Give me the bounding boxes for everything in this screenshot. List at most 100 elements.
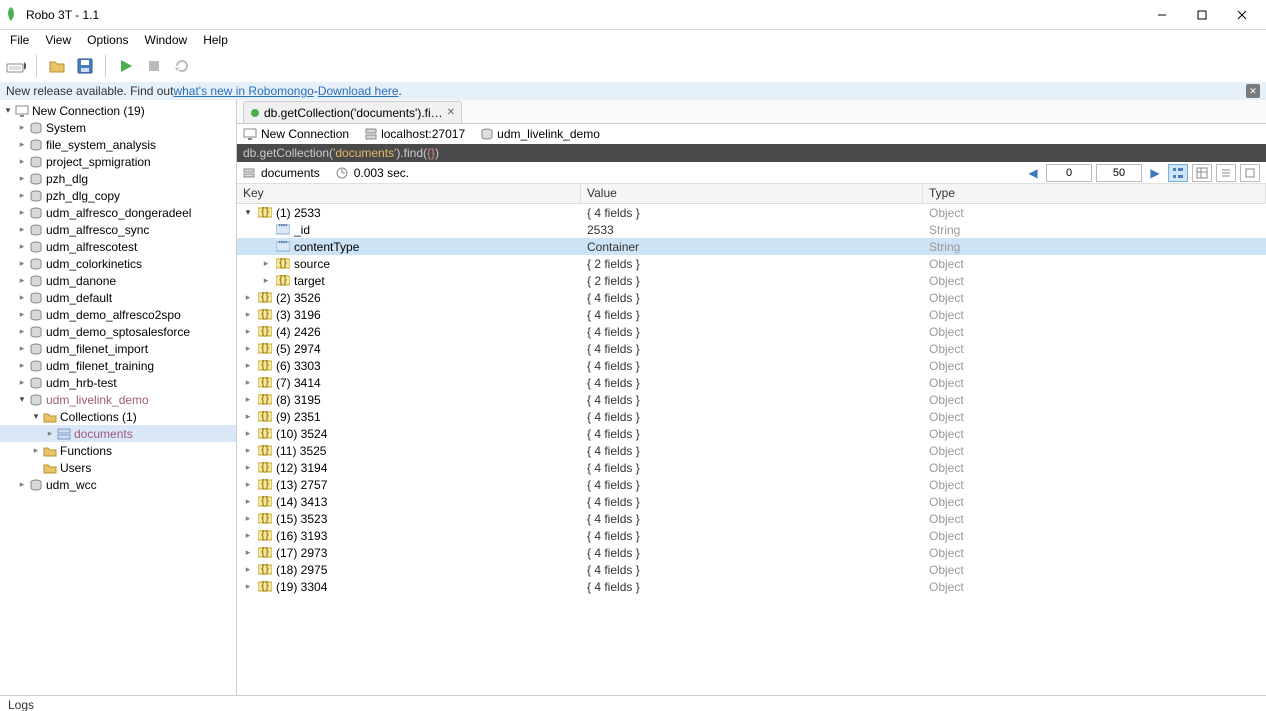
result-row[interactable]: ▾{}(1) 2533{ 4 fields }Object	[237, 204, 1266, 221]
expand-arrow[interactable]: ▾	[2, 105, 14, 116]
result-row[interactable]: ▸{}(17) 2973{ 4 fields }Object	[237, 544, 1266, 561]
expand-arrow[interactable]: ▸	[243, 326, 253, 337]
db-item[interactable]: ▸udm_hrb-test	[0, 374, 236, 391]
minimize-button[interactable]	[1142, 1, 1182, 29]
result-row[interactable]: ""contentTypeContainerString	[237, 238, 1266, 255]
open-button[interactable]	[45, 54, 69, 78]
db-item[interactable]: ▸udm_default	[0, 289, 236, 306]
col-type[interactable]: Type	[923, 184, 1266, 203]
col-value[interactable]: Value	[581, 184, 923, 203]
result-row[interactable]: ▸{}(10) 3524{ 4 fields }Object	[237, 425, 1266, 442]
db-item[interactable]: ▸pzh_dlg	[0, 170, 236, 187]
expand-arrow[interactable]: ▸	[243, 411, 253, 422]
skip-input[interactable]	[1046, 164, 1092, 182]
expand-arrow[interactable]: ▸	[16, 173, 28, 184]
menu-view[interactable]: View	[37, 31, 79, 49]
logs-label[interactable]: Logs	[8, 698, 34, 711]
result-row[interactable]: ▸{}(5) 2974{ 4 fields }Object	[237, 340, 1266, 357]
db-item[interactable]: ▸udm_filenet_training	[0, 357, 236, 374]
expand-arrow[interactable]: ▸	[16, 343, 28, 354]
page-next-button[interactable]: ▶	[1146, 164, 1164, 182]
db-item-demo[interactable]: ▾udm_livelink_demo	[0, 391, 236, 408]
query-tab[interactable]: db.getCollection('documents').fi… ✕	[243, 101, 462, 123]
result-row[interactable]: ▸{}(15) 3523{ 4 fields }Object	[237, 510, 1266, 527]
expand-arrow[interactable]: ▾	[243, 207, 253, 218]
stop-button[interactable]	[142, 54, 166, 78]
expand-arrow[interactable]: ▸	[16, 224, 28, 235]
result-row[interactable]: ▸{}(14) 3413{ 4 fields }Object	[237, 493, 1266, 510]
functions-folder[interactable]: ▸Functions	[0, 442, 236, 459]
col-key[interactable]: Key	[237, 184, 581, 203]
result-row[interactable]: ▸{}(11) 3525{ 4 fields }Object	[237, 442, 1266, 459]
expand-arrow[interactable]: ▸	[16, 292, 28, 303]
limit-input[interactable]	[1096, 164, 1142, 182]
db-item[interactable]: ▸udm_demo_alfresco2spo	[0, 306, 236, 323]
result-row[interactable]: ""_id2533String	[237, 221, 1266, 238]
result-row[interactable]: ▸{}(8) 3195{ 4 fields }Object	[237, 391, 1266, 408]
expand-arrow[interactable]: ▸	[243, 445, 253, 456]
menu-options[interactable]: Options	[79, 31, 136, 49]
tree-view-button[interactable]	[1168, 164, 1188, 182]
menu-file[interactable]: File	[2, 31, 37, 49]
result-row[interactable]: ▸{}(2) 3526{ 4 fields }Object	[237, 289, 1266, 306]
db-item[interactable]: ▸udm_filenet_import	[0, 340, 236, 357]
text-view-button[interactable]	[1216, 164, 1236, 182]
expand-arrow[interactable]: ▸	[243, 581, 253, 592]
menu-window[interactable]: Window	[137, 31, 196, 49]
db-item[interactable]: ▸udm_colorkinetics	[0, 255, 236, 272]
expand-arrow[interactable]: ▸	[16, 241, 28, 252]
notify-link-whatsnew[interactable]: what's new in Robomongo	[173, 84, 313, 98]
result-row[interactable]: ▸{}(13) 2757{ 4 fields }Object	[237, 476, 1266, 493]
expand-arrow[interactable]: ▸	[16, 479, 28, 490]
db-item[interactable]: ▸pzh_dlg_copy	[0, 187, 236, 204]
expand-arrow[interactable]: ▸	[243, 496, 253, 507]
connect-button[interactable]	[4, 54, 28, 78]
db-item[interactable]: ▸project_spmigration	[0, 153, 236, 170]
db-item[interactable]: ▸udm_alfresco_dongeradeel	[0, 204, 236, 221]
result-row[interactable]: ▸{}(12) 3194{ 4 fields }Object	[237, 459, 1266, 476]
expand-arrow[interactable]: ▸	[243, 479, 253, 490]
expand-view-button[interactable]	[1240, 164, 1260, 182]
bc-database[interactable]: udm_livelink_demo	[481, 127, 610, 141]
expand-arrow[interactable]: ▸	[30, 445, 42, 456]
db-item[interactable]: ▸file_system_analysis	[0, 136, 236, 153]
query-editor[interactable]: db.getCollection('documents').find({})	[237, 144, 1266, 162]
expand-arrow[interactable]: ▸	[243, 394, 253, 405]
expand-arrow[interactable]: ▸	[243, 360, 253, 371]
expand-arrow[interactable]: ▸	[16, 275, 28, 286]
expand-arrow[interactable]: ▸	[16, 326, 28, 337]
expand-arrow[interactable]: ▸	[243, 343, 253, 354]
result-row[interactable]: ▸{}(6) 3303{ 4 fields }Object	[237, 357, 1266, 374]
expand-arrow[interactable]: ▾	[30, 411, 42, 422]
expand-arrow[interactable]: ▸	[243, 564, 253, 575]
maximize-button[interactable]	[1182, 1, 1222, 29]
bc-connection[interactable]: New Connection	[243, 127, 359, 141]
db-item[interactable]: ▸udm_alfresco_sync	[0, 221, 236, 238]
connection-root[interactable]: ▾New Connection (19)	[0, 102, 236, 119]
expand-arrow[interactable]: ▸	[16, 207, 28, 218]
execute-button[interactable]	[114, 54, 138, 78]
result-row[interactable]: ▸{}(16) 3193{ 4 fields }Object	[237, 527, 1266, 544]
db-item[interactable]: ▸udm_alfrescotest	[0, 238, 236, 255]
expand-arrow[interactable]: ▸	[243, 513, 253, 524]
expand-arrow[interactable]: ▸	[243, 547, 253, 558]
expand-arrow[interactable]: ▸	[16, 377, 28, 388]
page-prev-button[interactable]: ◀	[1024, 164, 1042, 182]
tab-close-icon[interactable]: ✕	[447, 107, 455, 118]
expand-arrow[interactable]: ▸	[243, 292, 253, 303]
expand-arrow[interactable]: ▸	[16, 258, 28, 269]
collection-documents[interactable]: ▸documents	[0, 425, 236, 442]
expand-arrow[interactable]: ▸	[16, 309, 28, 320]
notify-close-button[interactable]: ✕	[1246, 84, 1260, 98]
expand-arrow[interactable]: ▸	[16, 122, 28, 133]
table-view-button[interactable]	[1192, 164, 1212, 182]
expand-arrow[interactable]: ▸	[16, 190, 28, 201]
expand-arrow[interactable]: ▸	[243, 462, 253, 473]
db-item[interactable]: ▸udm_danone	[0, 272, 236, 289]
notify-link-download[interactable]: Download here	[318, 84, 399, 98]
result-row[interactable]: ▸{}(4) 2426{ 4 fields }Object	[237, 323, 1266, 340]
db-item[interactable]: ▸udm_demo_sptosalesforce	[0, 323, 236, 340]
users-folder[interactable]: Users	[0, 459, 236, 476]
result-row[interactable]: ▸{}(3) 3196{ 4 fields }Object	[237, 306, 1266, 323]
result-row[interactable]: ▸{}(9) 2351{ 4 fields }Object	[237, 408, 1266, 425]
